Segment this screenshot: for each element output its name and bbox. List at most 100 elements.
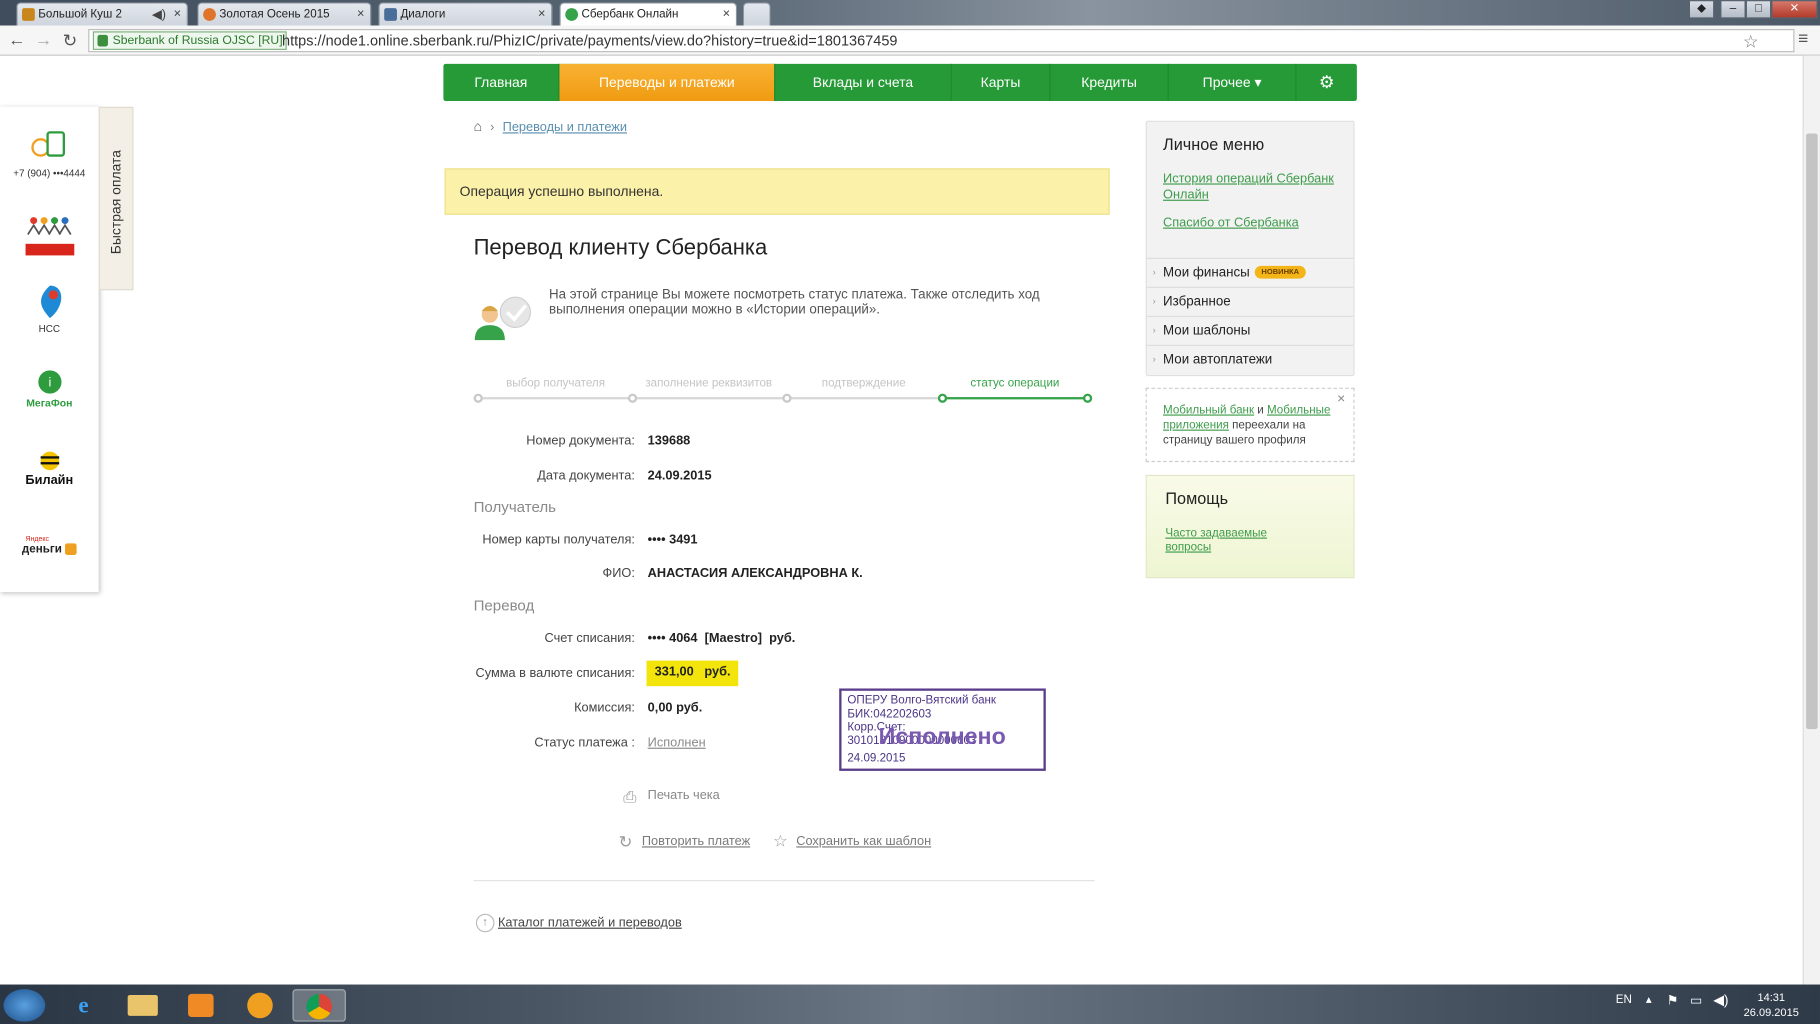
- beeline-logo-icon: [40, 451, 59, 471]
- media-player-icon[interactable]: [178, 989, 224, 1022]
- nav-other[interactable]: Прочее ▾: [1169, 63, 1297, 102]
- vk-icon: [384, 8, 397, 21]
- user-check-icon: [474, 296, 532, 341]
- ssl-badge[interactable]: Sberbank of Russia OJSC [RU]: [92, 31, 288, 50]
- chrome-icon[interactable]: [292, 989, 346, 1022]
- tab-zolotaya-osen[interactable]: Золотая Осень 2015 ×: [197, 2, 372, 26]
- quickpay-megafon[interactable]: і МегаФон: [0, 369, 99, 409]
- back-icon[interactable]: ←: [8, 30, 25, 50]
- nav-main[interactable]: Главная: [443, 63, 560, 102]
- breadcrumb: ⌂ › Переводы и платежи: [474, 118, 627, 134]
- print-receipt-link[interactable]: Печать чека: [648, 788, 720, 802]
- close-window-button[interactable]: ✕: [1771, 0, 1818, 19]
- menu-favorites[interactable]: › Избранное: [1146, 286, 1354, 316]
- phone-pay-icon: [30, 131, 65, 157]
- step-fill-details: заполнение реквизитов: [645, 377, 773, 391]
- language-indicator[interactable]: EN: [1616, 994, 1632, 1007]
- home-icon[interactable]: ⌂: [474, 118, 482, 134]
- new-badge: НОВИНКА: [1254, 266, 1307, 280]
- nav-transfers[interactable]: Переводы и платежи: [559, 63, 776, 102]
- breadcrumb-separator: ›: [490, 120, 495, 135]
- close-icon[interactable]: ×: [723, 7, 730, 21]
- svg-text:і: і: [48, 375, 51, 390]
- tab-bolshoy-kush[interactable]: Большой Куш 2 ◀) ×: [16, 2, 189, 26]
- beeline-label: Билайн: [25, 473, 74, 488]
- nav-credits[interactable]: Кредиты: [1050, 63, 1169, 102]
- reload-icon[interactable]: ↻: [63, 30, 78, 51]
- user-icon[interactable]: ◆: [1688, 0, 1715, 19]
- close-icon[interactable]: ×: [538, 7, 545, 21]
- stamp-executed: Исполнено: [878, 724, 1006, 751]
- volume-icon[interactable]: ◀): [1713, 991, 1728, 1007]
- chevron-right-icon: ›: [1152, 267, 1156, 278]
- audio-icon[interactable]: ◀): [152, 7, 166, 22]
- menu-my-finances[interactable]: › Мои финансы НОВИНКА: [1146, 257, 1354, 287]
- printer-icon[interactable]: ⎙: [623, 787, 636, 807]
- menu-my-templates[interactable]: › Мои шаблоны: [1146, 315, 1354, 345]
- operations-history-link[interactable]: История операций Сбербанк Онлайн: [1163, 171, 1337, 204]
- tab-sberbank[interactable]: Сбербанк Онлайн ×: [559, 2, 738, 27]
- star-icon[interactable]: ☆: [773, 831, 788, 851]
- arrow-up-icon[interactable]: ↑: [475, 913, 495, 933]
- film-icon: [22, 8, 35, 21]
- tab-dialogi[interactable]: Диалоги ×: [378, 2, 553, 26]
- leaf-icon: [203, 8, 216, 21]
- mail-agent-icon[interactable]: [237, 989, 283, 1022]
- bookmark-star-icon[interactable]: ☆: [1743, 31, 1759, 53]
- account-label: Счет списания:: [544, 631, 635, 646]
- progress-steps: выбор получателя заполнение реквизитов п…: [473, 374, 1095, 409]
- wallet-icon: [65, 543, 77, 556]
- quickpay-yandex-money[interactable]: Яндекс деньги: [0, 536, 99, 556]
- repeat-payment-link[interactable]: Повторить платеж: [642, 835, 750, 849]
- flag-icon[interactable]: ⚑: [1667, 993, 1678, 1008]
- megafon-logo-icon: і: [37, 370, 61, 394]
- chevron-right-icon: ›: [1152, 354, 1156, 365]
- sberbank-icon: [565, 8, 579, 21]
- ncc-logo-icon: [40, 285, 61, 319]
- status-label: Статус платежа :: [534, 736, 635, 751]
- scrollbar-thumb[interactable]: [1806, 133, 1818, 730]
- faq-link[interactable]: Часто задаваемые вопросы: [1165, 527, 1293, 554]
- network-icon[interactable]: ▭: [1690, 993, 1702, 1008]
- settings-gear-icon[interactable]: ⚙: [1297, 64, 1357, 101]
- maximize-button[interactable]: □: [1745, 0, 1772, 19]
- doc-number-value: 139688: [647, 434, 691, 449]
- close-icon[interactable]: ×: [357, 7, 364, 21]
- clock[interactable]: 14:31 26.09.2015: [1741, 990, 1801, 1020]
- nav-cards[interactable]: Карты: [952, 63, 1051, 102]
- quickpay-phone[interactable]: +7 (904) •••4444: [0, 130, 99, 179]
- address-bar-row: ← → ↻ Sberbank of Russia OJSC [RU] https…: [0, 25, 1820, 56]
- tray-up-icon[interactable]: ▴: [1646, 994, 1652, 1007]
- menu-icon[interactable]: ≡: [1798, 29, 1808, 49]
- quickpay-dom-ru[interactable]: [0, 214, 99, 260]
- breadcrumb-link-transfers[interactable]: Переводы и платежи: [503, 121, 627, 135]
- quick-pay-tab[interactable]: Быстрая оплата: [98, 106, 134, 291]
- forward-icon[interactable]: →: [35, 30, 52, 50]
- start-button[interactable]: [3, 989, 46, 1022]
- step-dot-active: [1082, 393, 1093, 403]
- close-icon[interactable]: ×: [1337, 390, 1345, 406]
- save-template-link[interactable]: Сохранить как шаблон: [796, 835, 931, 849]
- mobile-notice: Мобильный банк и Мобильные приложения пе…: [1145, 387, 1355, 463]
- internet-explorer-icon[interactable]: e: [60, 989, 106, 1022]
- people-logo-icon: [24, 217, 74, 256]
- step-status: статус операции: [970, 377, 1060, 391]
- spasibo-link[interactable]: Спасибо от Сбербанка: [1163, 215, 1337, 231]
- quickpay-beeline[interactable]: Билайн: [0, 450, 99, 488]
- quickpay-ncc[interactable]: НСС: [0, 283, 99, 334]
- catalog-link[interactable]: Каталог платежей и переводов: [498, 916, 682, 930]
- file-explorer-icon[interactable]: [120, 989, 166, 1022]
- main-navigation: Главная Переводы и платежи Вклады и счет…: [443, 63, 1357, 102]
- stamp-date: 24.09.2015: [847, 752, 906, 766]
- mobile-bank-link[interactable]: Мобильный банк: [1163, 404, 1254, 417]
- close-icon[interactable]: ×: [174, 7, 181, 21]
- url-field[interactable]: Sberbank of Russia OJSC [RU] https://nod…: [88, 29, 1795, 53]
- status-value[interactable]: Исполнен: [648, 736, 706, 750]
- menu-my-autopayments[interactable]: › Мои автоплатежи: [1146, 344, 1354, 374]
- card-number-value: •••• 3491: [647, 532, 698, 547]
- nav-deposits[interactable]: Вклады и счета: [775, 63, 952, 102]
- new-tab-button[interactable]: [742, 2, 771, 26]
- repeat-icon[interactable]: ↻: [619, 832, 633, 852]
- sum-label: Сумма в валюте списания:: [475, 666, 635, 681]
- minimize-button[interactable]: –: [1720, 0, 1746, 19]
